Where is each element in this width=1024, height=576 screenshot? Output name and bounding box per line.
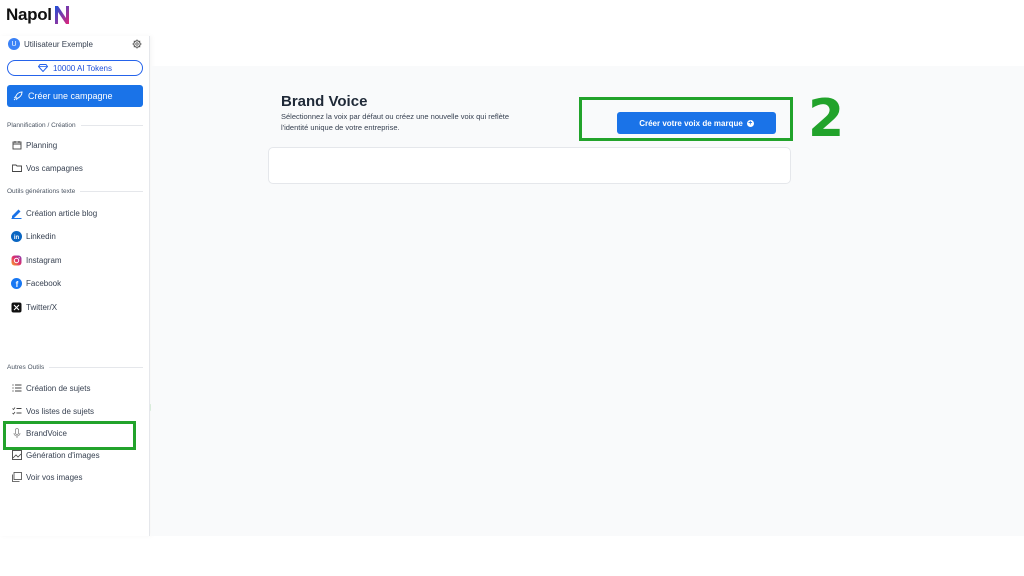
diamond-icon bbox=[37, 64, 48, 72]
sidebar-item-label: Linkedin bbox=[26, 231, 56, 241]
avatar: U bbox=[8, 38, 20, 50]
section-title-text: Autres Outils bbox=[7, 364, 45, 371]
sidebar-item-generation-images[interactable]: Génération d'images bbox=[11, 448, 143, 462]
create-campaign-button[interactable]: Créer une campagne bbox=[7, 85, 143, 107]
sidebar-item-label: Vos listes de sujets bbox=[26, 406, 95, 416]
brand-voice-list-card bbox=[268, 147, 791, 184]
sidebar-item-facebook[interactable]: f Facebook bbox=[11, 276, 143, 290]
gallery-icon bbox=[11, 472, 22, 483]
divider bbox=[80, 125, 143, 126]
page-description: Sélectionnez la voix par défaut ou créez… bbox=[281, 112, 510, 132]
logo-text: Napol bbox=[6, 5, 52, 24]
sidebar-item-label: Instagram bbox=[26, 255, 62, 265]
list-icon bbox=[11, 383, 22, 394]
sidebar-item-linkedin[interactable]: in Linkedin bbox=[11, 229, 143, 243]
sidebar-item-vos-listes-de-sujets[interactable]: Vos listes de sujets bbox=[11, 404, 143, 418]
sidebar-item-label: Facebook bbox=[26, 278, 62, 288]
sidebar-item-creation-article-blog[interactable]: Création article blog bbox=[11, 206, 143, 220]
instagram-icon bbox=[11, 255, 22, 266]
image-icon bbox=[11, 450, 22, 461]
sidebar: Napol U Utilisateur Exemple 10000 AI Tok… bbox=[0, 5, 150, 536]
sidebar-item-label: Planning bbox=[26, 140, 58, 150]
gear-icon[interactable] bbox=[132, 39, 142, 49]
divider bbox=[80, 191, 143, 192]
user-name: Utilisateur Exemple bbox=[24, 39, 93, 49]
page-title: Brand Voice bbox=[281, 93, 368, 110]
sidebar-item-creation-de-sujets[interactable]: Création de sujets bbox=[11, 381, 143, 395]
section-title-text: Outils générations texte bbox=[7, 188, 76, 195]
sidebar-item-label: Twitter/X bbox=[26, 302, 58, 312]
sidebar-item-instagram[interactable]: Instagram bbox=[11, 253, 143, 267]
logo[interactable]: Napol bbox=[6, 4, 71, 26]
svg-text:f: f bbox=[16, 280, 19, 289]
rocket-icon bbox=[13, 91, 23, 101]
ai-tokens-label: 10000 AI Tokens bbox=[52, 63, 112, 73]
sidebar-item-label: Voir vos images bbox=[26, 472, 83, 482]
x-icon bbox=[11, 302, 22, 313]
divider bbox=[49, 367, 143, 368]
create-campaign-label: Créer une campagne bbox=[28, 91, 113, 101]
ai-tokens-button[interactable]: 10000 AI Tokens bbox=[7, 60, 143, 76]
section-title-outils-texte: Outils générations texte bbox=[7, 188, 143, 195]
app-window: Napol U Utilisateur Exemple 10000 AI Tok… bbox=[0, 0, 1024, 576]
sidebar-item-voir-vos-images[interactable]: Voir vos images bbox=[11, 470, 143, 484]
sidebar-item-label: Vos campagnes bbox=[26, 163, 83, 173]
pen-icon bbox=[11, 208, 22, 219]
user-row[interactable]: U Utilisateur Exemple bbox=[8, 37, 142, 51]
sidebar-item-planning[interactable]: Planning bbox=[11, 138, 143, 152]
folder-icon bbox=[11, 163, 22, 174]
logo-n-mark-icon bbox=[54, 6, 69, 24]
sidebar-item-label: Génération d'images bbox=[26, 450, 100, 460]
annotation-step-2: 2 bbox=[808, 89, 845, 149]
section-title-autres-outils: Autres Outils bbox=[7, 364, 143, 371]
sidebar-item-vos-campagnes[interactable]: Vos campagnes bbox=[11, 161, 143, 175]
checklist-icon bbox=[11, 406, 22, 417]
section-title-text: Plannification / Création bbox=[7, 122, 76, 129]
sidebar-item-twitter-x[interactable]: Twitter/X bbox=[11, 300, 143, 314]
linkedin-icon: in bbox=[11, 230, 22, 242]
calendar-icon bbox=[11, 140, 22, 151]
annotation-highlight-create-button bbox=[579, 97, 793, 141]
sidebar-item-label: Création de sujets bbox=[26, 383, 91, 393]
facebook-icon: f bbox=[11, 277, 22, 289]
annotation-highlight-brandvoice bbox=[3, 421, 136, 450]
svg-text:in: in bbox=[14, 234, 20, 240]
section-title-planification: Plannification / Création bbox=[7, 122, 143, 129]
sidebar-item-label: Création article blog bbox=[26, 208, 98, 218]
